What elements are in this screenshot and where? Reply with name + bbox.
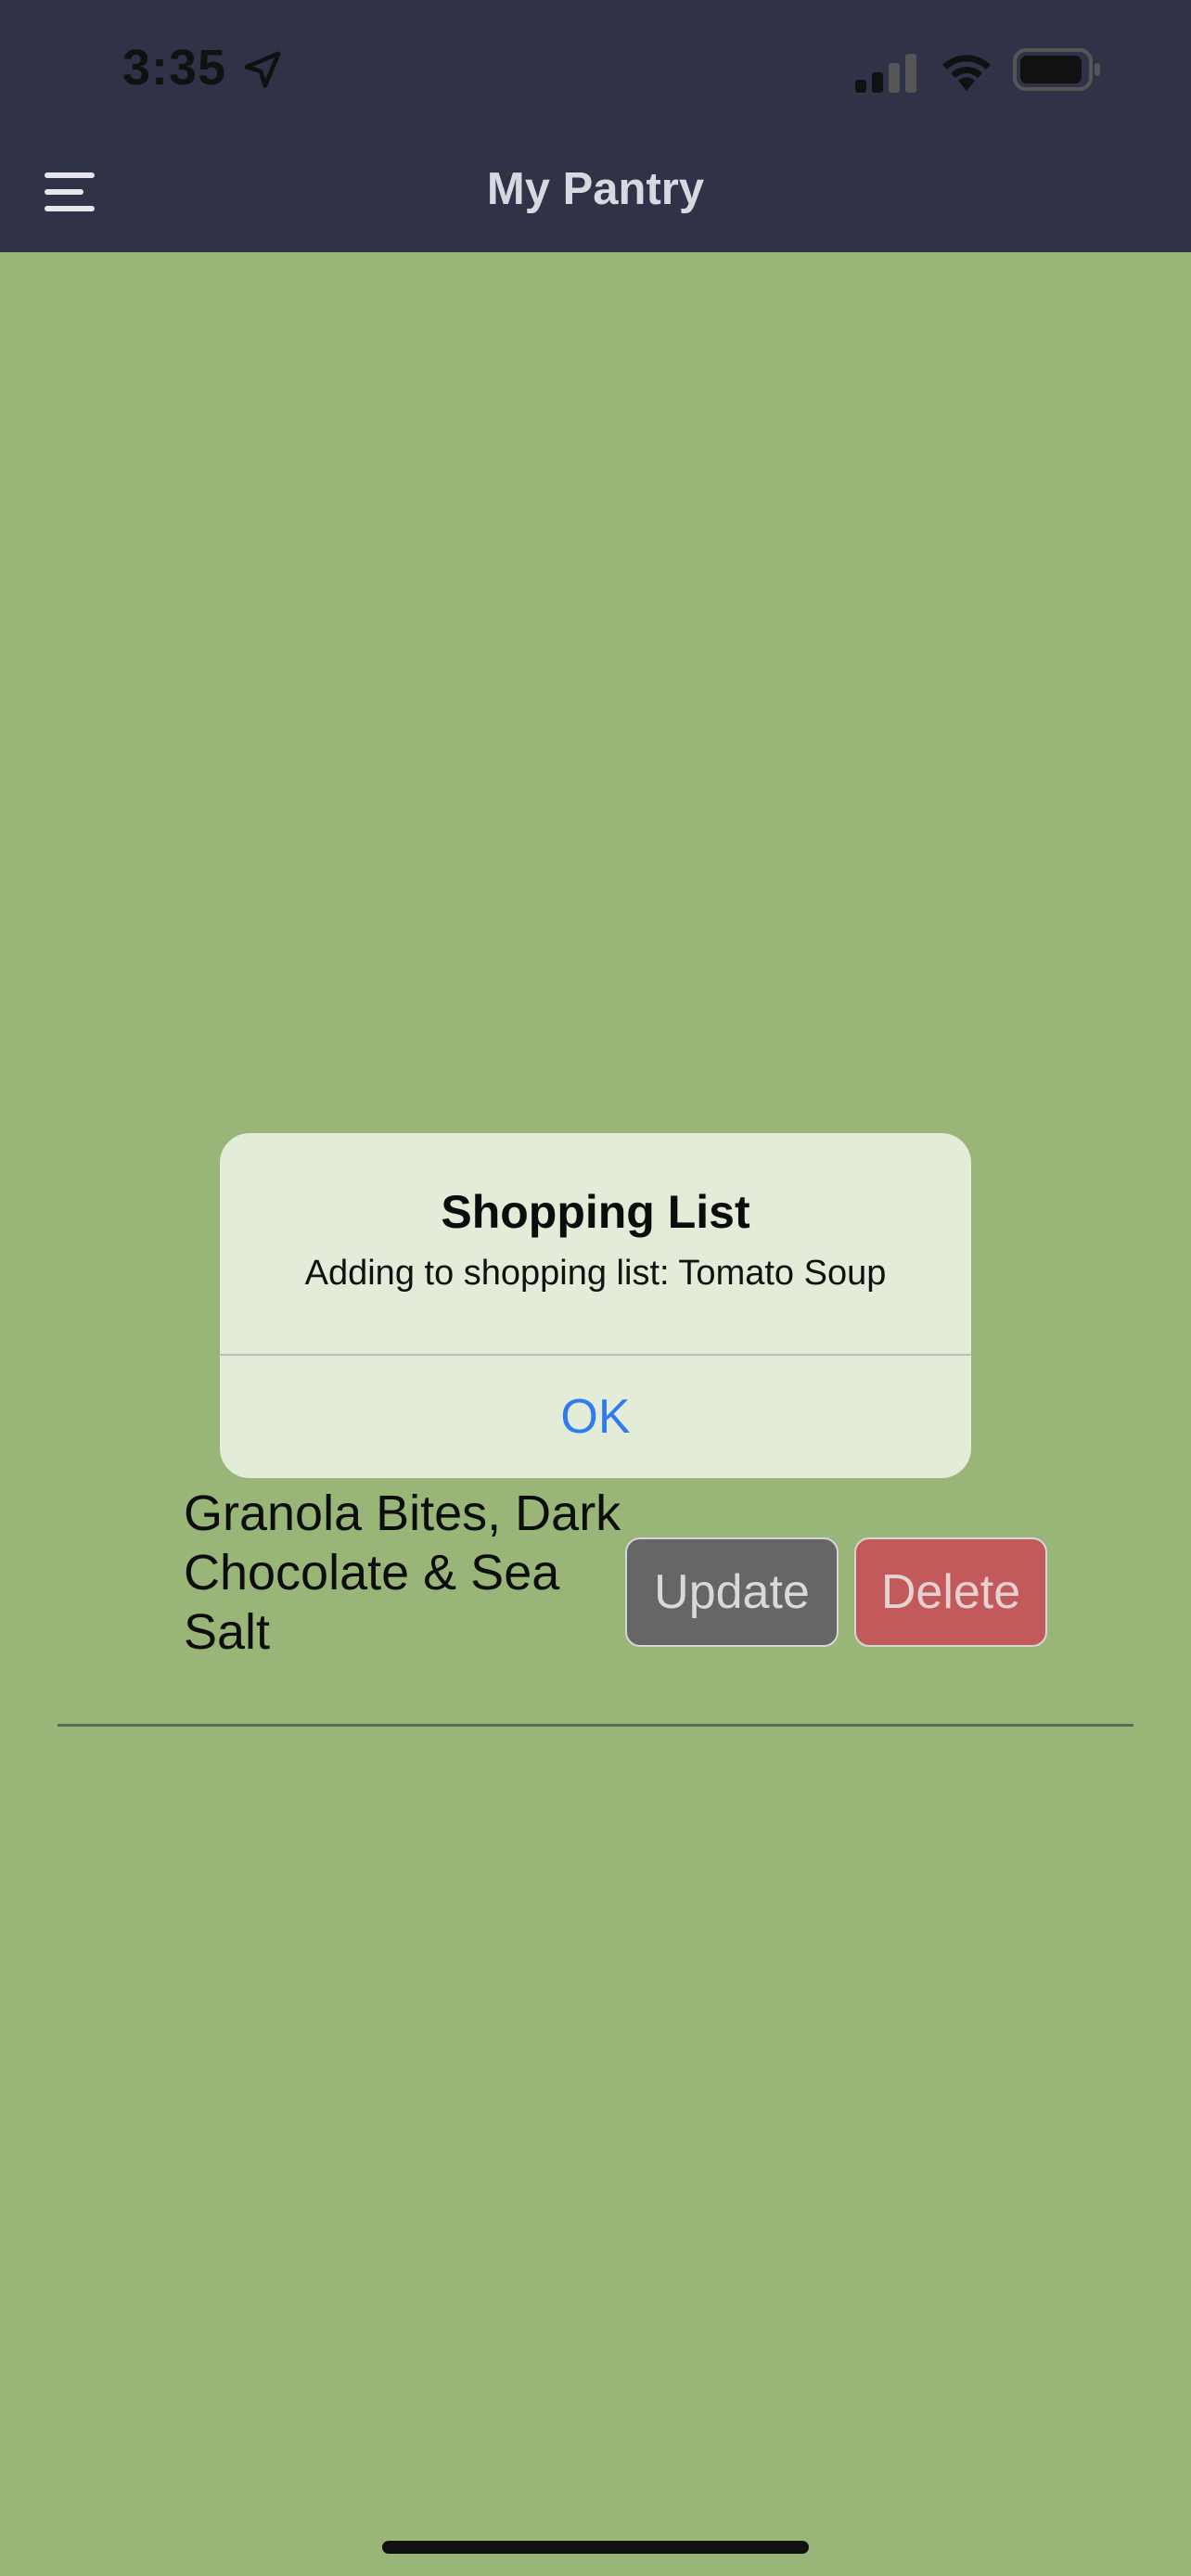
update-button[interactable]: Update (625, 1537, 839, 1647)
wifi-icon (942, 55, 991, 91)
location-arrow-icon (244, 51, 281, 88)
alert-message: Adding to shopping list: Tomato Soup (304, 1254, 887, 1293)
pantry-item-row: Granola Bites, Dark Chocolate & Sea Salt… (0, 1484, 1191, 1725)
delete-button[interactable]: Delete (854, 1537, 1047, 1647)
home-indicator[interactable] (382, 2541, 809, 2554)
status-time: 3:35 (122, 40, 227, 96)
top-bar: 3:35 My Pantry (0, 0, 1191, 252)
signal-icon (855, 54, 916, 93)
list-divider (58, 1724, 1133, 1727)
shopping-list-alert: Shopping List Adding to shopping list: T… (220, 1133, 971, 1478)
app-screen: 3:35 My Pantry Granola Bites, Dark Choco… (0, 0, 1191, 2576)
alert-ok-button[interactable]: OK (220, 1356, 971, 1478)
pantry-item-name: Granola Bites, Dark Chocolate & Sea Salt (184, 1486, 621, 1660)
battery-icon (1013, 48, 1100, 91)
alert-title: Shopping List (441, 1186, 750, 1238)
page-title: My Pantry (486, 164, 705, 214)
